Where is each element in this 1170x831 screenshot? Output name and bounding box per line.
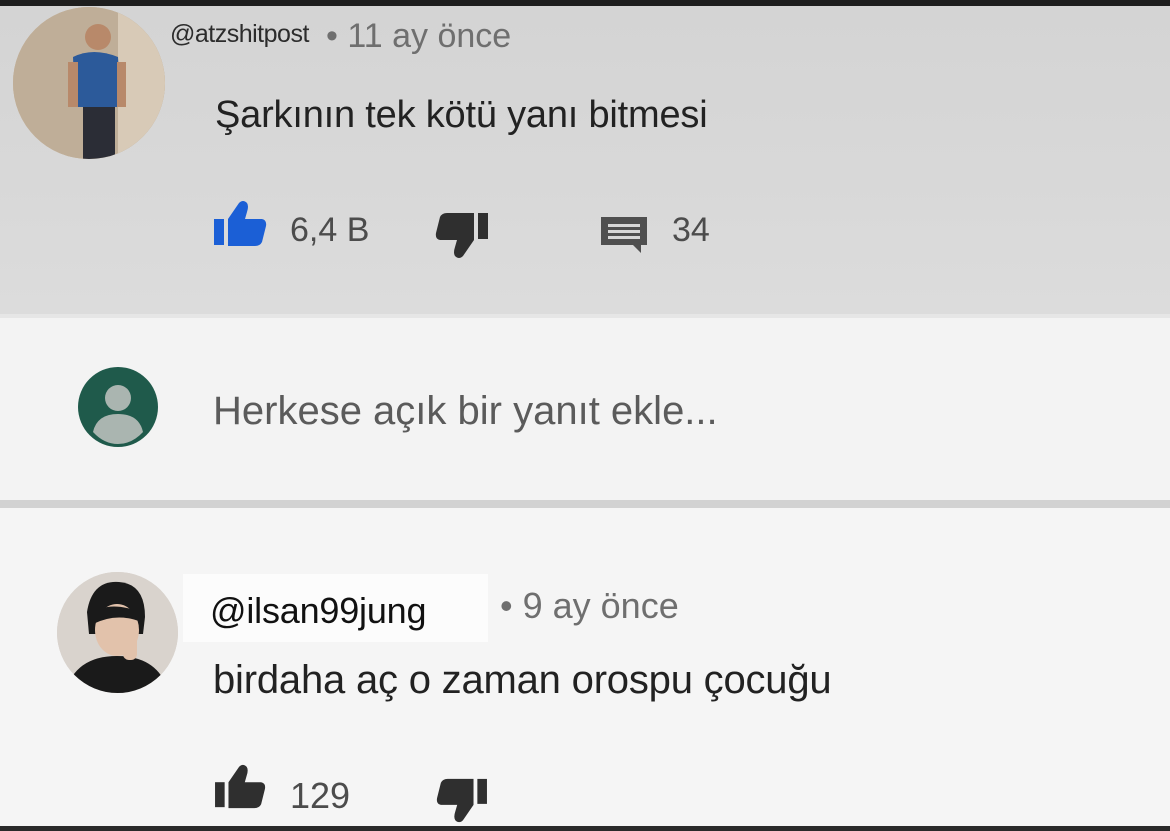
comment-author[interactable]: @ilsan99jung [210,590,426,632]
avatar[interactable] [13,7,165,159]
comment-item-1 [0,6,1170,314]
comment-actions: 6,4 B 34 [212,199,812,259]
bottom-border [0,826,1170,831]
reply-input[interactable] [213,386,1013,436]
avatar[interactable] [57,572,178,693]
account-circle-icon [78,367,158,447]
like-count: 6,4 B [290,211,370,249]
comment-text: Şarkının tek kötü yanı bitmesi [215,94,708,136]
comment-author[interactable]: @atzshitpost [170,20,309,49]
like-count: 129 [290,775,351,816]
comment-icon[interactable] [599,215,649,255]
comment-text: birdaha aç o zaman orospu çocuğu [213,658,832,702]
avatar-photo-1 [13,7,165,159]
thumbs-up-icon[interactable] [212,763,268,811]
reply-count[interactable]: 34 [672,211,710,250]
avatar-photo-2 [57,572,178,693]
comment-timestamp: • 9 ay önce [500,585,679,626]
thumbs-down-icon[interactable] [434,211,490,261]
thumbs-up-icon[interactable] [212,199,268,249]
comment-timestamp: • 11 ay önce [326,17,512,55]
thumbs-down-icon[interactable] [434,777,490,825]
divider [0,500,1170,508]
comment-actions: 129 [212,763,612,823]
comment-thread: @atzshitpost • 11 ay önce Şarkının tek k… [0,0,1170,831]
